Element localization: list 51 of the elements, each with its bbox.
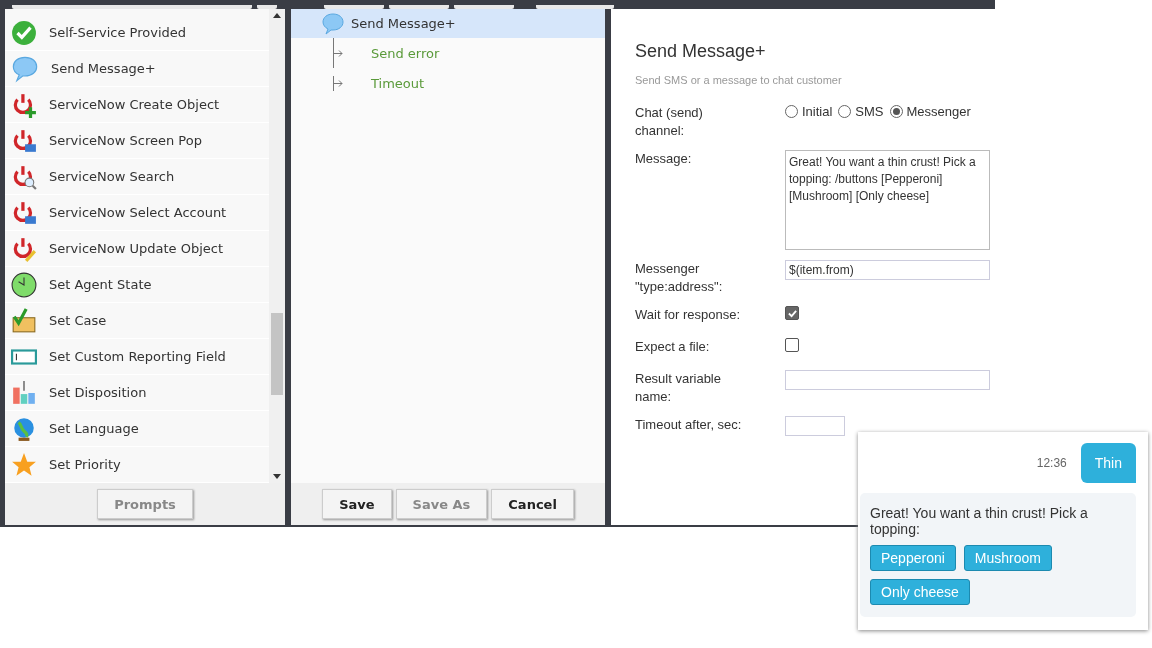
radio-option[interactable]: Initial: [785, 104, 833, 119]
palette-item[interactable]: Self-Service Provided: [5, 15, 269, 51]
checkbox[interactable]: [785, 338, 799, 352]
palette-item[interactable]: ServiceNow Update Object: [5, 231, 269, 267]
check-circle-icon: [11, 19, 37, 46]
globe-icon: [11, 415, 37, 442]
radio-option[interactable]: SMS: [838, 104, 884, 119]
palette-item[interactable]: Set Case: [5, 303, 269, 339]
speech-bubble-icon: [321, 11, 345, 36]
power-monitor-icon: [11, 199, 37, 226]
folder-check-icon: [11, 307, 37, 334]
power-pencil-icon: [11, 235, 37, 262]
user-message: Thin: [1080, 443, 1136, 483]
tree-node[interactable]: Send Message+: [291, 9, 605, 38]
branch-arrow-icon: [334, 79, 343, 87]
palette-item[interactable]: ServiceNow Select Account: [5, 195, 269, 231]
field-label: Messenger "type:address":: [635, 260, 724, 296]
bot-message-text: Great! You want a thin crust! Pick a topping:: [870, 505, 1089, 537]
palette-item[interactable]: Set Disposition: [5, 375, 269, 411]
field-label: Chat (send) channel:: [635, 104, 704, 140]
palette-item[interactable]: Set Language: [5, 411, 269, 447]
field-label: Wait for response:: [635, 306, 741, 324]
input-field[interactable]: [785, 416, 845, 436]
palette-item[interactable]: ServiceNow Screen Pop: [5, 123, 269, 159]
power-plus-icon: [11, 91, 37, 118]
message-textarea[interactable]: Great! You want a thin crust! Pick a topping: /buttons [Pepperoni] [Mushroom] [Only cheese]: [785, 150, 990, 250]
palette-item[interactable]: Send Message+: [5, 51, 269, 87]
field-label: Expect a file:: [635, 338, 711, 356]
palette-item[interactable]: ServiceNow Create Object: [5, 87, 269, 123]
properties-subtitle: Send SMS or a message to chat customer: [635, 74, 843, 86]
palette-item[interactable]: Set Custom Reporting Field: [5, 339, 269, 375]
palette-item[interactable]: Set Agent State: [5, 267, 269, 303]
properties-title: Send Message+: [635, 41, 767, 62]
input-field[interactable]: [785, 370, 990, 390]
field-label: Timeout after, sec:: [635, 416, 743, 434]
field-label: Result variable name:: [635, 370, 722, 406]
input-field[interactable]: $(item.from): [785, 260, 990, 280]
speech-bubble-icon: [11, 54, 39, 83]
dialog-button[interactable]: Cancel: [491, 489, 574, 519]
radio-option[interactable]: Messenger: [889, 104, 971, 119]
field-label: Message:: [635, 150, 693, 168]
palette-item[interactable]: ServiceNow Search: [5, 159, 269, 195]
checkbox[interactable]: [785, 306, 799, 320]
bar-chart-icon: [11, 379, 37, 406]
scrollbar[interactable]: [269, 9, 285, 483]
power-magnifier-icon: [11, 163, 37, 190]
message-time: 12:36: [1036, 456, 1067, 470]
clock-icon: [11, 271, 37, 298]
dialog-button[interactable]: Save: [322, 489, 392, 519]
star-icon: [11, 451, 37, 478]
power-monitor-icon: [11, 127, 37, 154]
